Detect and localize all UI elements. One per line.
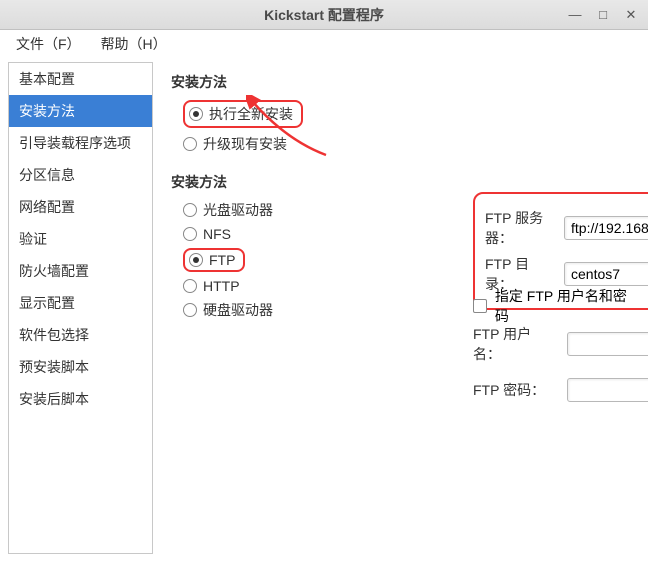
ftp-server-input[interactable]	[564, 216, 648, 240]
sidebar-item-7[interactable]: 显示配置	[9, 287, 152, 319]
radio-fresh-install[interactable]: 执行全新安装	[183, 100, 632, 128]
titlebar: Kickstart 配置程序 — □ ✕	[0, 0, 648, 30]
install-media-header: 安装方法	[171, 172, 632, 192]
sidebar-item-0[interactable]: 基本配置	[9, 63, 152, 95]
content-area: 基本配置安装方法引导装载程序选项分区信息网络配置验证防火墙配置显示配置软件包选择…	[0, 58, 648, 562]
radio-cdrom-label: 光盘驱动器	[203, 200, 273, 220]
main-panel: 安装方法 执行全新安装 升级现有安装 安装方法 光盘驱动器 NFS	[153, 62, 640, 554]
sidebar-item-1[interactable]: 安装方法	[9, 95, 152, 127]
ftp-user-label: FTP 用户名：	[473, 324, 559, 364]
radio-icon	[189, 253, 203, 267]
radio-icon	[183, 203, 197, 217]
radio-upgrade-label: 升级现有安装	[203, 134, 287, 154]
ftp-dir-input[interactable]	[564, 262, 648, 286]
sidebar-item-8[interactable]: 软件包选择	[9, 319, 152, 351]
window-title: Kickstart 配置程序	[0, 5, 648, 25]
radio-icon	[183, 227, 197, 241]
radio-http-label: HTTP	[203, 278, 240, 294]
ftp-user-input[interactable]	[567, 332, 648, 356]
close-button[interactable]: ✕	[620, 6, 642, 24]
radio-ftp-label: FTP	[209, 252, 235, 268]
window-controls: — □ ✕	[564, 6, 642, 24]
radio-icon	[183, 303, 197, 317]
sidebar-item-4[interactable]: 网络配置	[9, 191, 152, 223]
radio-icon	[183, 279, 197, 293]
radio-fresh-label: 执行全新安装	[209, 104, 293, 124]
sidebar-item-5[interactable]: 验证	[9, 223, 152, 255]
radio-upgrade-install[interactable]: 升级现有安装	[183, 134, 632, 154]
radio-hd-label: 硬盘驱动器	[203, 300, 273, 320]
ftp-server-label: FTP 服务器：	[485, 208, 556, 248]
maximize-button[interactable]: □	[592, 6, 614, 24]
ftp-credentials-group: FTP 用户名： FTP 密码：	[473, 318, 648, 408]
install-mode-header: 安装方法	[171, 72, 632, 92]
sidebar-item-10[interactable]: 安装后脚本	[9, 383, 152, 415]
radio-icon	[183, 137, 197, 151]
menu-file[interactable]: 文件（F）	[8, 30, 89, 58]
sidebar-item-2[interactable]: 引导装载程序选项	[9, 127, 152, 159]
sidebar: 基本配置安装方法引导装载程序选项分区信息网络配置验证防火墙配置显示配置软件包选择…	[8, 62, 153, 554]
menu-help[interactable]: 帮助（H）	[93, 30, 175, 58]
menubar: 文件（F） 帮助（H）	[0, 30, 648, 58]
checkbox-icon	[473, 299, 487, 313]
sidebar-item-3[interactable]: 分区信息	[9, 159, 152, 191]
ftp-pass-label: FTP 密码：	[473, 380, 559, 400]
ftp-pass-input[interactable]	[567, 378, 648, 402]
radio-icon	[189, 107, 203, 121]
sidebar-item-6[interactable]: 防火墙配置	[9, 255, 152, 287]
minimize-button[interactable]: —	[564, 6, 586, 24]
sidebar-item-9[interactable]: 预安装脚本	[9, 351, 152, 383]
radio-nfs-label: NFS	[203, 226, 231, 242]
